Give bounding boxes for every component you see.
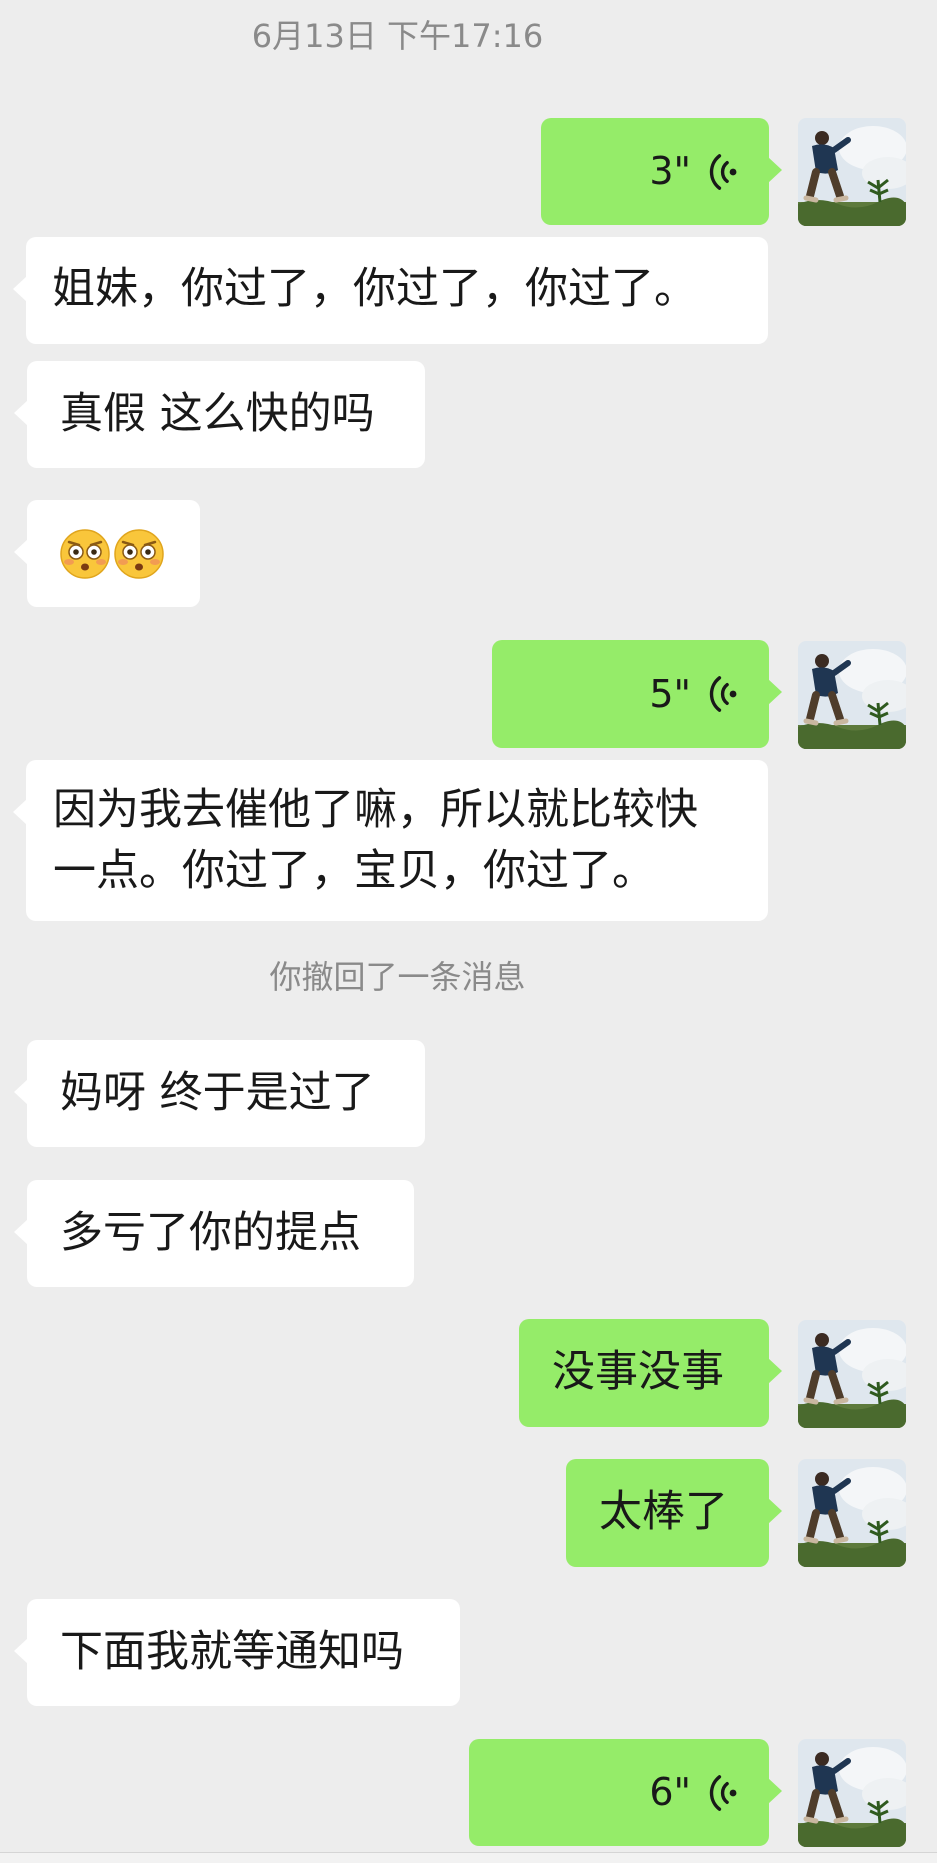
message-bubble[interactable]: 妈呀 终于是过了 bbox=[14, 1040, 425, 1147]
message-text-line: 一点。你过了，宝贝，你过了。 bbox=[53, 846, 655, 896]
message-text-line: 因为我去催他了嘛，所以就比较快 bbox=[53, 785, 698, 835]
voice-wave-icon bbox=[705, 1773, 739, 1813]
voice-wave-icon bbox=[705, 674, 739, 714]
flushed-face-icon bbox=[59, 528, 111, 580]
avatar[interactable] bbox=[798, 1459, 906, 1567]
message-bubble[interactable]: 下面我就等通知吗 bbox=[14, 1599, 460, 1706]
voice-message-bubble[interactable]: 6" bbox=[469, 1739, 782, 1846]
flushed-face-icon bbox=[113, 528, 165, 580]
message-text: 姐妹，你过了，你过了，你过了。 bbox=[52, 264, 697, 314]
message-text: 下面我就等通知吗 bbox=[60, 1627, 404, 1677]
voice-message-bubble[interactable]: 3" bbox=[541, 118, 782, 225]
message-text: 妈呀 终于是过了 bbox=[60, 1068, 375, 1118]
voice-wave-icon bbox=[705, 152, 739, 192]
message-bubble[interactable]: 姐妹，你过了，你过了，你过了。 bbox=[13, 237, 768, 344]
avatar[interactable] bbox=[798, 1739, 906, 1847]
message-text: 真假 这么快的吗 bbox=[60, 389, 375, 439]
avatar[interactable] bbox=[798, 1320, 906, 1428]
chat-area[interactable]: 6月13日 下午17:16 3" 姐妹，你过了，你过了，你过了。 真假 这么快的… bbox=[0, 0, 937, 1863]
timestamp: 6月13日 下午17:16 bbox=[251, 17, 544, 55]
message-bubble[interactable]: 太棒了 bbox=[566, 1459, 782, 1567]
voice-duration: 3" bbox=[649, 149, 691, 193]
avatar[interactable] bbox=[798, 118, 906, 226]
message-bubble[interactable]: 因为我去催他了嘛，所以就比较快 一点。你过了，宝贝，你过了。 bbox=[13, 760, 768, 921]
voice-message-bubble[interactable]: 5" bbox=[492, 640, 782, 748]
message-text: 没事没事 bbox=[552, 1347, 724, 1397]
message-text: 多亏了你的提点 bbox=[60, 1208, 361, 1258]
message-bubble[interactable]: 多亏了你的提点 bbox=[14, 1180, 414, 1287]
avatar[interactable] bbox=[798, 641, 906, 749]
message-bubble[interactable]: 没事没事 bbox=[519, 1319, 782, 1427]
message-text: 太棒了 bbox=[599, 1487, 728, 1537]
input-bar-edge bbox=[0, 1852, 937, 1863]
recall-notice: 你撤回了一条消息 bbox=[269, 958, 526, 996]
emoji-message-bubble[interactable] bbox=[14, 500, 200, 607]
message-bubble[interactable]: 真假 这么快的吗 bbox=[14, 361, 425, 468]
voice-duration: 5" bbox=[649, 671, 691, 716]
voice-duration: 6" bbox=[649, 1770, 691, 1814]
